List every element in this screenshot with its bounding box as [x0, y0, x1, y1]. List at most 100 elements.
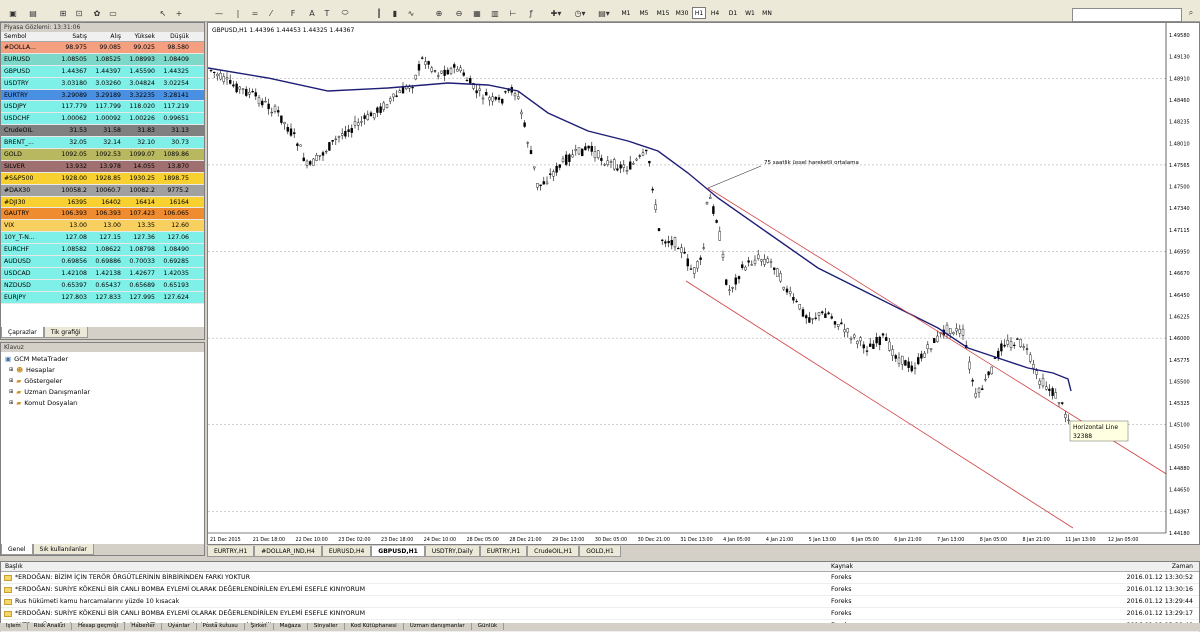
- news-row[interactable]: *ERDOĞAN: BİZİM İÇİN TERÖR ÖRGÜTLERİNİN …: [1, 572, 1199, 584]
- chart-shift-icon[interactable]: ⊢: [506, 6, 520, 20]
- market-watch-row[interactable]: EURCHF 1.08582 1.08622 1.08798 1.08490: [1, 244, 204, 257]
- candlestick-icon[interactable]: ▮: [388, 6, 402, 20]
- search-input[interactable]: [1072, 8, 1182, 22]
- terminal-tab[interactable]: Uzman danışmanlar: [404, 623, 472, 630]
- timeframe-m30[interactable]: M30: [673, 7, 691, 19]
- terminal-tab[interactable]: Hesap geçmişi: [72, 623, 126, 630]
- market-watch-row[interactable]: USDCHF 1.00062 1.00092 1.00226 0.99651: [1, 113, 204, 126]
- zoom-in-icon[interactable]: ⊕: [432, 6, 446, 20]
- timeframe-h4[interactable]: H4: [708, 7, 722, 19]
- market-watch-row[interactable]: BRENT_... 32.05 32.14 32.10 30.73: [1, 137, 204, 150]
- column-source[interactable]: Kaynak: [827, 562, 1123, 571]
- market-watch-row[interactable]: AUDUSD 0.69856 0.69886 0.70033 0.69285: [1, 256, 204, 268]
- market-watch-row[interactable]: #DOLLA... 98.975 99.085 99.025 98.580: [1, 42, 204, 54]
- market-watch-row[interactable]: VIX 13.00 13.00 13.35 12.60: [1, 220, 204, 233]
- templates-icon[interactable]: ▤▾: [594, 6, 614, 20]
- text-tool-icon[interactable]: A: [305, 6, 319, 20]
- nav-root[interactable]: ▣ GCM MetaTrader: [5, 355, 68, 363]
- column-time[interactable]: Zaman: [1123, 562, 1197, 571]
- market-watch-row[interactable]: EURUSD 1.08505 1.08525 1.08993 1.08409: [1, 53, 204, 66]
- indicators-icon[interactable]: ƒ: [524, 6, 538, 20]
- chart-tab[interactable]: #DOLLAR_IND,H4: [254, 546, 322, 557]
- terminal-tab[interactable]: İşlem: [0, 623, 28, 630]
- chart-window[interactable]: 75 saatlik üssel hareketli ortalama GBPU…: [207, 22, 1200, 545]
- new-chart-icon[interactable]: ▣: [3, 6, 23, 20]
- nav-item-indicators[interactable]: ⊞ ▰ Göstergeler: [9, 377, 62, 385]
- column-high[interactable]: Yüksek: [123, 32, 157, 41]
- timeframe-mn[interactable]: MN: [759, 7, 775, 19]
- market-watch-row[interactable]: GAUTRY 106.393 106.393 107.423 106.065: [1, 208, 204, 221]
- timeframe-m1[interactable]: M1: [618, 7, 634, 19]
- search-icon[interactable]: ⌕: [1184, 6, 1198, 20]
- chart-tab[interactable]: GOLD,H1: [579, 546, 621, 557]
- add-indicator-icon[interactable]: ✚▾: [546, 6, 566, 20]
- market-watch-row[interactable]: NZDUSD 0.65397 0.65437 0.65689 0.65193: [1, 279, 204, 292]
- terminal-tab[interactable]: Şirket: [245, 623, 274, 630]
- bar-chart-icon[interactable]: ┃: [372, 6, 386, 20]
- terminal-tab[interactable]: Sinyaller: [308, 623, 345, 630]
- terminal-icon[interactable]: ▭: [106, 6, 120, 20]
- column-bid[interactable]: Satış: [55, 32, 89, 41]
- column-ask[interactable]: Alış: [89, 32, 123, 41]
- column-low[interactable]: Düşük: [157, 32, 191, 41]
- line-tool-icon[interactable]: —: [212, 6, 226, 20]
- periods-icon[interactable]: ◷▾: [570, 6, 590, 20]
- timeframe-m5[interactable]: M5: [636, 7, 652, 19]
- market-watch-row[interactable]: GBPUSD 1.44367 1.44397 1.45590 1.44325: [1, 65, 204, 78]
- market-watch-row[interactable]: #DAX30 10058.2 10060.7 10082.2 9775.2: [1, 184, 204, 197]
- terminal-tab[interactable]: Mağaza: [274, 623, 308, 630]
- price-chart[interactable]: 75 saatlik üssel hareketli ortalama GBPU…: [208, 23, 1199, 544]
- line-chart-icon[interactable]: ∿: [404, 6, 418, 20]
- timeframe-h1[interactable]: H1: [692, 7, 706, 19]
- autoscroll-icon[interactable]: ▥: [488, 6, 502, 20]
- horizontal-line-icon[interactable]: =: [248, 6, 262, 20]
- zoom-out-icon[interactable]: ⊖: [452, 6, 466, 20]
- news-row[interactable]: *ERDOĞAN: SURİYE KÖKENLİ BİR CANLI BOMBA…: [1, 608, 1199, 620]
- nav-item-scripts[interactable]: ⊞ ▰ Komut Dosyaları: [9, 399, 78, 407]
- chart-tab[interactable]: GBPUSD,H1: [371, 546, 425, 557]
- timeframe-d1[interactable]: D1: [726, 7, 740, 19]
- tile-windows-icon[interactable]: ▦: [470, 6, 484, 20]
- news-row[interactable]: Rus hükümeti kamu harcamalarını yüzde 10…: [1, 596, 1199, 608]
- chart-tab[interactable]: EURTRY,H1: [479, 546, 528, 557]
- crosshair-icon[interactable]: +: [172, 6, 186, 20]
- chart-tab[interactable]: EURTRY,H1: [207, 546, 255, 557]
- chart-tab[interactable]: CrudeOIL,H1: [527, 546, 580, 557]
- terminal-tab[interactable]: Kod Kütüphanesi: [345, 623, 404, 630]
- column-symbol[interactable]: Sembol: [1, 32, 55, 41]
- news-row[interactable]: *ERDOĞAN: SURİYE KÖKENLİ BİR CANLI BOMBA…: [1, 584, 1199, 596]
- market-watch-row[interactable]: USDCAD 1.42108 1.42138 1.42677 1.42035: [1, 267, 204, 280]
- market-watch-row[interactable]: 10Y_T-N... 127.08 127.15 127.36 127.06: [1, 232, 204, 245]
- market-watch-row[interactable]: #S&P500 1928.00 1928.85 1930.25 1898.75: [1, 172, 204, 185]
- timeframe-w1[interactable]: W1: [743, 7, 757, 19]
- market-watch-row[interactable]: EURJPY 127.803 127.833 127.995 127.624: [1, 291, 204, 304]
- cursor-icon[interactable]: ↖: [156, 6, 170, 20]
- shapes-icon[interactable]: ⬭: [338, 6, 352, 20]
- data-window-icon[interactable]: ⊡: [72, 6, 86, 20]
- timeframe-m15[interactable]: M15: [654, 7, 672, 19]
- market-watch-row[interactable]: USDTRY 3.03180 3.03260 3.04824 3.02254: [1, 77, 204, 90]
- terminal-tab[interactable]: Uyarılar: [162, 623, 197, 630]
- tab-favorites[interactable]: Sık kullanılanlar: [32, 544, 94, 555]
- chart-tab[interactable]: USDTRY,Daily: [424, 546, 480, 557]
- vertical-line-icon[interactable]: |: [231, 6, 245, 20]
- market-watch-row[interactable]: EURTRY 3.29089 3.29189 3.32235 3.28141: [1, 89, 204, 102]
- tab-tick-chart[interactable]: Tik grafiği: [43, 327, 88, 338]
- terminal-tab[interactable]: Haberler: [125, 623, 163, 630]
- tab-symbols[interactable]: Çaprazlar: [1, 327, 44, 338]
- nav-item-experts[interactable]: ⊞ ▰ Uzman Danışmanlar: [9, 388, 90, 396]
- navigator-icon[interactable]: ✿: [90, 6, 104, 20]
- market-watch-row[interactable]: USDJPY 117.779 117.799 118.020 117.219: [1, 101, 204, 114]
- chart-tab[interactable]: EURUSD,H4: [321, 546, 372, 557]
- market-watch-row[interactable]: SILVER 13.932 13.978 14.055 13.870: [1, 160, 204, 173]
- label-tool-icon[interactable]: T: [320, 6, 334, 20]
- market-watch-row[interactable]: GOLD 1092.05 1092.53 1099.07 1089.86: [1, 149, 204, 161]
- trendline-icon[interactable]: ⁄: [264, 6, 278, 20]
- profiles-icon[interactable]: ▤: [26, 6, 40, 20]
- column-title[interactable]: Başlık: [1, 562, 827, 571]
- market-watch-icon[interactable]: ⊞: [56, 6, 70, 20]
- fibonacci-icon[interactable]: F: [286, 6, 300, 20]
- market-watch-row[interactable]: #DJI30 16395 16402 16414 16164: [1, 196, 204, 209]
- terminal-tab[interactable]: Günlük: [472, 623, 505, 630]
- tab-general[interactable]: Genel: [1, 544, 33, 555]
